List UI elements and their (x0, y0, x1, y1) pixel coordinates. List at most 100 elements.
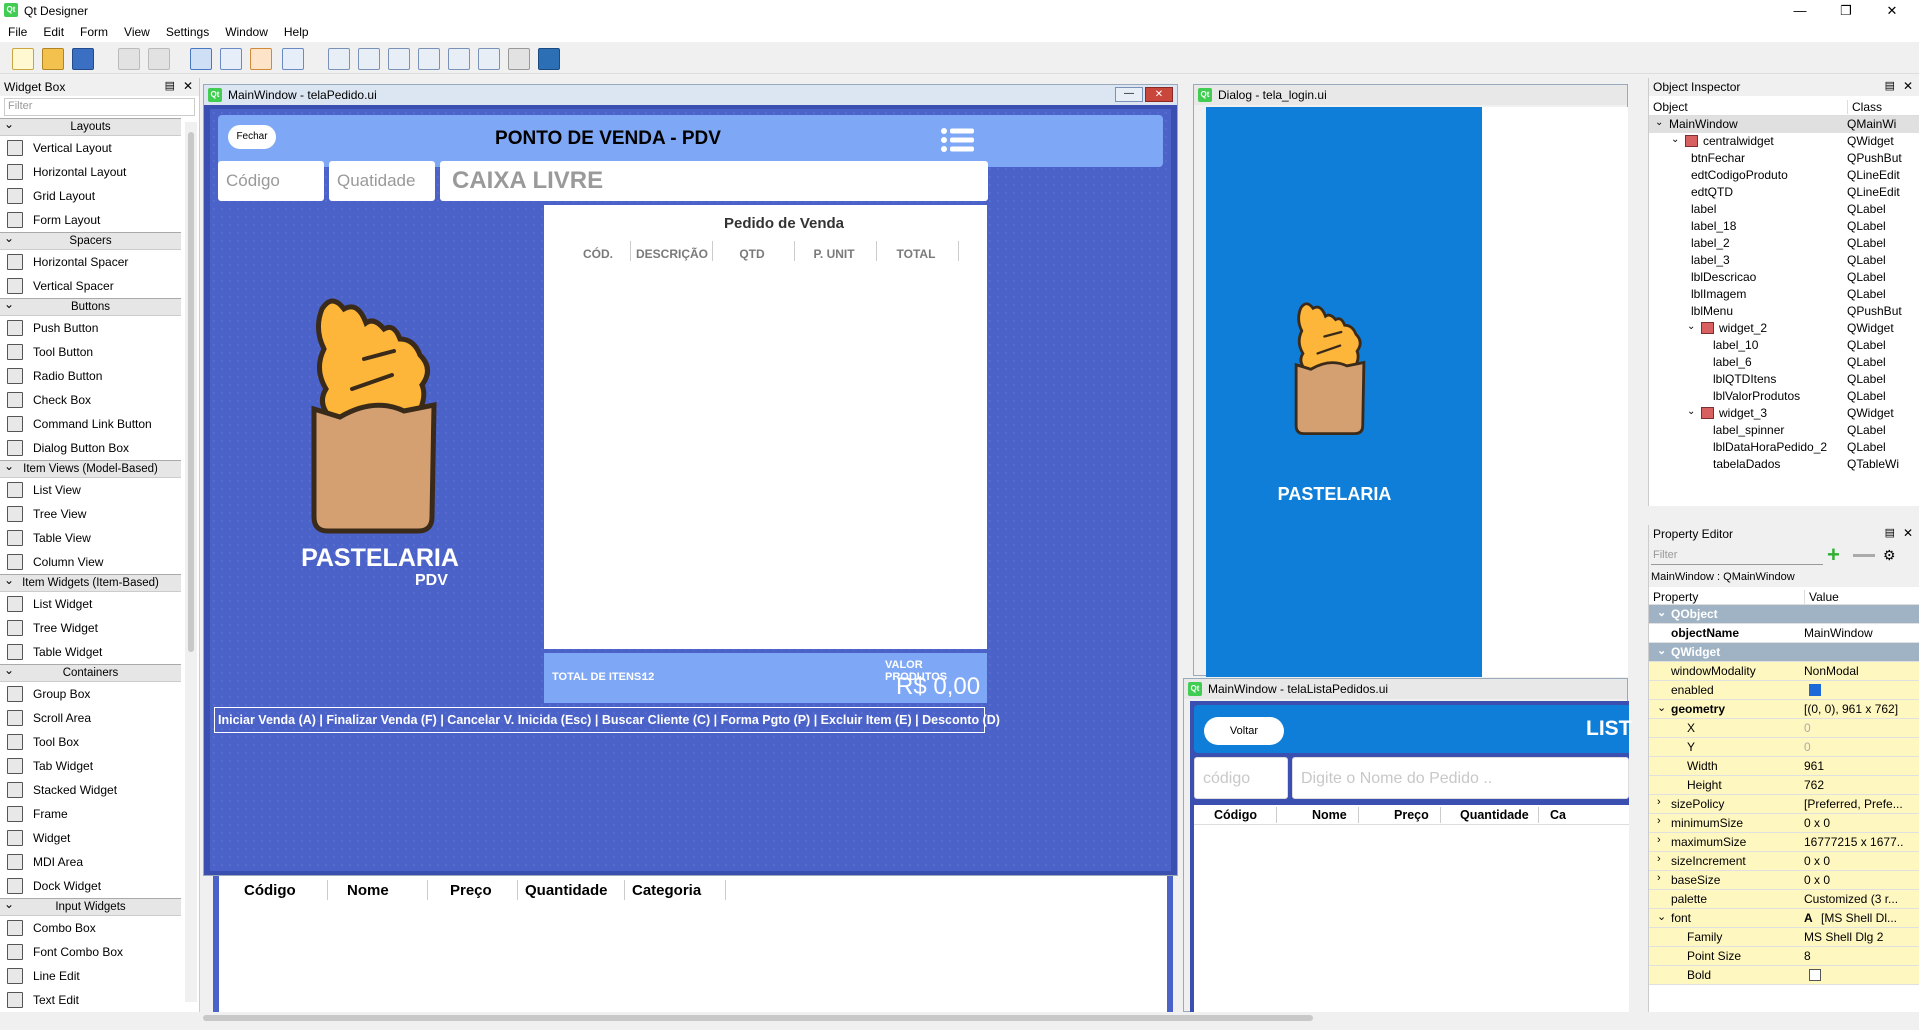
widget-item-text-edit[interactable]: Text Edit (0, 988, 181, 1012)
menu-file[interactable]: File (0, 22, 35, 39)
widget-item-line-edit[interactable]: Line Edit (0, 964, 181, 988)
property-value[interactable]: 0 x 0 (1804, 854, 1904, 868)
widget-filter-input[interactable]: Filter (4, 98, 195, 116)
category-containers[interactable]: Containers (0, 662, 181, 682)
property-row-height[interactable]: Height 762 (1649, 776, 1919, 795)
property-value[interactable]: NonModal (1804, 664, 1904, 678)
collapsed-arrow-icon[interactable]: › (1657, 853, 1661, 865)
close-dock-icon[interactable]: ✕ (183, 79, 193, 93)
widget-item-font-combo-box[interactable]: Font Combo Box (0, 940, 181, 964)
adjust-size-icon[interactable] (538, 48, 560, 70)
object-row-lblimagem[interactable]: lblImagem QLabel (1649, 286, 1919, 303)
widget-item-grid-layout[interactable]: Grid Layout (0, 184, 181, 208)
menu-settings[interactable]: Settings (158, 22, 217, 39)
shortcut-desconto-d[interactable]: Desconto (D) (922, 713, 1000, 727)
property-value[interactable]: 16777215 x 1677... (1804, 835, 1904, 849)
expand-arrow-icon[interactable]: ⌄ (1657, 910, 1666, 923)
shortcut-finalizar-venda-f[interactable]: Finalizar Venda (F) (326, 713, 436, 727)
maximize-icon[interactable]: ❐ (1823, 0, 1869, 22)
minimize-icon[interactable]: — (1777, 0, 1823, 22)
col-value-header[interactable]: Value (1804, 590, 1839, 604)
lista-codigo-input[interactable]: código (1194, 757, 1288, 799)
close-dock-icon[interactable]: ✕ (1903, 79, 1913, 93)
collapsed-arrow-icon[interactable]: › (1657, 796, 1661, 808)
widget-item-horizontal-spacer[interactable]: Horizontal Spacer (0, 250, 181, 274)
layout-grid-icon[interactable] (448, 48, 470, 70)
widget-item-tree-widget[interactable]: Tree Widget (0, 616, 181, 640)
float-icon[interactable]: ▤ (165, 79, 175, 92)
property-value[interactable]: 0 x 0 (1804, 873, 1904, 887)
property-row-basesize[interactable]: › baseSize 0 x 0 (1649, 871, 1919, 890)
object-row-lbldescricao[interactable]: lblDescricao QLabel (1649, 269, 1919, 286)
object-row-lblvalorprodutos[interactable]: lblValorProdutos QLabel (1649, 388, 1919, 405)
widget-item-frame[interactable]: Frame (0, 802, 181, 826)
category-buttons[interactable]: Buttons (0, 296, 181, 316)
col-object-header[interactable]: Object (1653, 100, 1688, 114)
property-filter-input[interactable]: Filter (1651, 547, 1823, 565)
property-checkbox[interactable] (1809, 684, 1821, 696)
object-row-label-10[interactable]: label_10 QLabel (1649, 337, 1919, 354)
widget-box-scrollbar[interactable] (185, 122, 197, 1002)
add-property-icon[interactable]: + (1827, 544, 1840, 566)
widget-item-list-view[interactable]: List View (0, 478, 181, 502)
edit-buddies-icon[interactable] (250, 48, 272, 70)
pdv-window-titlebar[interactable]: Qt MainWindow - telaPedido.ui — ✕ (204, 85, 1177, 105)
object-row-widget-3[interactable]: ⌄ widget_3 QWidget (1649, 405, 1919, 422)
layout-horizontal-icon[interactable] (328, 48, 350, 70)
widget-item-scroll-area[interactable]: Scroll Area (0, 706, 181, 730)
shortcut-excluir-item-e[interactable]: Excluir Item (E) (821, 713, 912, 727)
save-icon[interactable] (72, 48, 94, 70)
object-row-tabeladados[interactable]: tabelaDados QTableWi (1649, 456, 1919, 473)
widget-item-form-layout[interactable]: Form Layout (0, 208, 181, 232)
property-row-font[interactable]: ⌄ font A [MS Shell Dl... (1649, 909, 1919, 928)
expand-arrow-icon[interactable]: ⌄ (1687, 406, 1695, 417)
widget-item-dialog-button-box[interactable]: Dialog Button Box (0, 436, 181, 460)
expand-arrow-icon[interactable]: ⌄ (1655, 117, 1663, 128)
property-value[interactable]: [(0, 0), 961 x 762] (1804, 702, 1904, 716)
codigo-input[interactable]: Código (218, 161, 324, 201)
widget-item-group-box[interactable]: Group Box (0, 682, 181, 706)
login-window[interactable]: Qt Dialog - tela_login.ui PASTELARIA (1193, 84, 1628, 677)
menu-icon[interactable] (940, 126, 976, 154)
property-value[interactable]: 0 x 0 (1804, 816, 1904, 830)
collapsed-arrow-icon[interactable]: › (1657, 815, 1661, 827)
float-icon[interactable]: ▤ (1885, 79, 1895, 92)
widget-item-vertical-layout[interactable]: Vertical Layout (0, 136, 181, 160)
object-row-lblqtditens[interactable]: lblQTDItens QLabel (1649, 371, 1919, 388)
layout-form-icon[interactable] (478, 48, 500, 70)
widget-item-dock-widget[interactable]: Dock Widget (0, 874, 181, 898)
property-row-qwidget[interactable]: ⌄ QWidget (1649, 643, 1919, 662)
widget-item-list-widget[interactable]: List Widget (0, 592, 181, 616)
property-value[interactable]: MainWindow (1804, 626, 1904, 640)
widget-item-tool-button[interactable]: Tool Button (0, 340, 181, 364)
lista-search-input[interactable]: Digite o Nome do Pedido .. (1292, 757, 1629, 799)
quantidade-input[interactable]: Quatidade (329, 161, 435, 201)
object-row-lbldatahorapedido-2[interactable]: lblDataHoraPedido_2 QLabel (1649, 439, 1919, 456)
expand-arrow-icon[interactable]: ⌄ (1687, 321, 1695, 332)
shortcut-cancelar-v-inicida-esc[interactable]: Cancelar V. Inicida (Esc) (447, 713, 591, 727)
collapse-arrow-icon[interactable]: ⌄ (1657, 606, 1666, 619)
voltar-button[interactable]: Voltar (1204, 717, 1284, 745)
object-row-lblmenu[interactable]: lblMenu QPushBut (1649, 303, 1919, 320)
object-row-mainwindow[interactable]: ⌄ MainWindow QMainWi (1649, 116, 1919, 133)
widget-item-check-box[interactable]: Check Box (0, 388, 181, 412)
property-row-y[interactable]: Y0 (1649, 738, 1919, 757)
login-window-titlebar[interactable]: Qt Dialog - tela_login.ui (1194, 85, 1627, 105)
property-row-width[interactable]: Width 961 (1649, 757, 1919, 776)
property-row-bold[interactable]: Bold (1649, 966, 1919, 985)
property-row-qobject[interactable]: ⌄ QObject (1649, 605, 1919, 624)
object-row-label-3[interactable]: label_3 QLabel (1649, 252, 1919, 269)
shortcut-forma-pgto-p[interactable]: Forma Pgto (P) (721, 713, 811, 727)
widget-item-stacked-widget[interactable]: Stacked Widget (0, 778, 181, 802)
menu-form[interactable]: Form (72, 22, 116, 39)
property-row-sizepolicy[interactable]: › sizePolicy [Preferred, Prefe... (1649, 795, 1919, 814)
property-row-minimumsize[interactable]: › minimumSize 0 x 0 (1649, 814, 1919, 833)
break-layout-icon[interactable] (508, 48, 530, 70)
lista-window[interactable]: Qt MainWindow - telaListaPedidos.ui Volt… (1183, 678, 1632, 1013)
lista-window-titlebar[interactable]: Qt MainWindow - telaListaPedidos.ui (1184, 679, 1627, 699)
widget-item-mdi-area[interactable]: MDI Area (0, 850, 181, 874)
object-row-label-18[interactable]: label_18 QLabel (1649, 218, 1919, 235)
property-row-geometry[interactable]: ⌄ geometry [(0, 0), 961 x 762] (1649, 700, 1919, 719)
paste-icon[interactable] (148, 48, 170, 70)
menu-help[interactable]: Help (276, 22, 317, 39)
